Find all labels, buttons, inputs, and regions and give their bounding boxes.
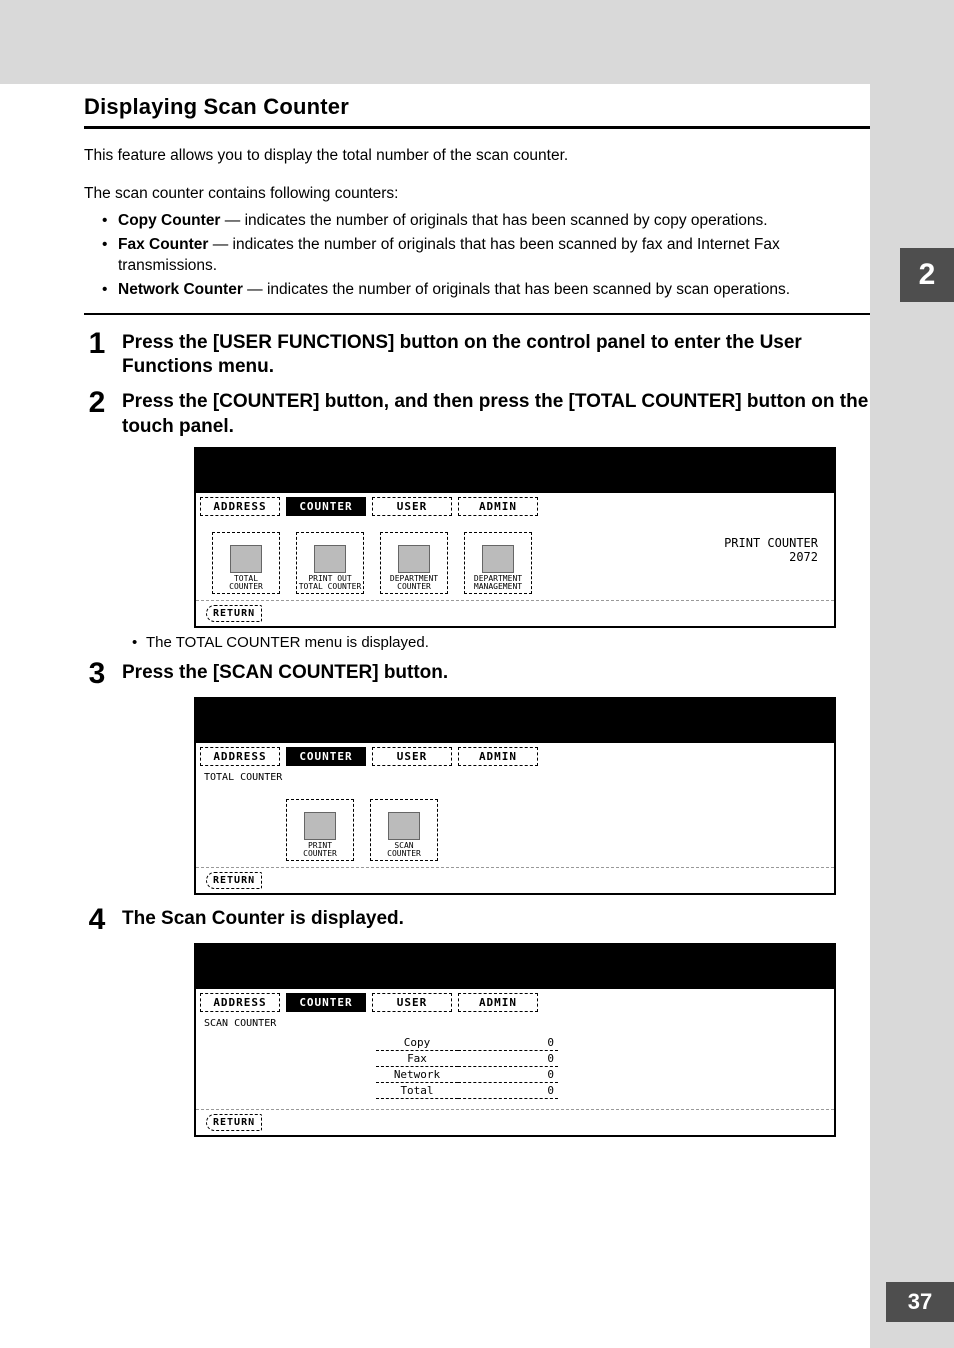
step-number-1: 1	[84, 329, 110, 380]
tab-admin[interactable]: ADMIN	[458, 993, 538, 1012]
intro-text: This feature allows you to display the t…	[84, 145, 870, 167]
step-text-4: The Scan Counter is displayed.	[122, 905, 404, 935]
return-button[interactable]: RETURN	[206, 1114, 262, 1131]
row-network-label: Network	[376, 1067, 458, 1083]
department-counter-button[interactable]: DEPARTMENT COUNTER	[380, 532, 448, 594]
page-number: 37	[886, 1282, 954, 1322]
section-heading: Displaying Scan Counter	[84, 94, 870, 120]
step-number-2: 2	[84, 388, 110, 439]
print-counter-label: PRINT COUNTER	[724, 536, 818, 550]
tab-admin[interactable]: ADMIN	[458, 747, 538, 766]
contains-text: The scan counter contains following coun…	[84, 183, 870, 205]
row-total-label: Total	[376, 1083, 458, 1099]
bullet-network-counter: Network Counter — indicates the number o…	[102, 279, 870, 301]
tab-counter[interactable]: COUNTER	[286, 747, 366, 766]
tab-user[interactable]: USER	[372, 993, 452, 1012]
row-total-value: 0	[458, 1083, 558, 1099]
tab-admin[interactable]: ADMIN	[458, 497, 538, 516]
tab-address[interactable]: ADDRESS	[200, 993, 280, 1012]
panel2-subtitle: TOTAL COUNTER	[196, 768, 834, 785]
tab-user[interactable]: USER	[372, 747, 452, 766]
print-counter-button[interactable]: PRINT COUNTER	[286, 799, 354, 861]
department-management-button[interactable]: DEPARTMENT MANAGEMENT	[464, 532, 532, 594]
tab-counter[interactable]: COUNTER	[286, 993, 366, 1012]
screenshot-panel-1: ADDRESS COUNTER USER ADMIN TOTAL COUNTER…	[194, 447, 836, 628]
row-fax-label: Fax	[376, 1051, 458, 1067]
step-text-3: Press the [SCAN COUNTER] button.	[122, 659, 448, 689]
step2-note: The TOTAL COUNTER menu is displayed.	[132, 634, 870, 651]
panel3-subtitle: SCAN COUNTER	[196, 1014, 834, 1031]
screenshot-panel-2: ADDRESS COUNTER USER ADMIN TOTAL COUNTER…	[194, 697, 836, 895]
row-copy-value: 0	[458, 1035, 558, 1051]
print-out-total-counter-button[interactable]: PRINT OUT TOTAL COUNTER	[296, 532, 364, 594]
print-counter-value: 2072	[724, 550, 818, 564]
bullet-fax-counter: Fax Counter — indicates the number of or…	[102, 234, 870, 277]
screenshot-panel-3: ADDRESS COUNTER USER ADMIN SCAN COUNTER …	[194, 943, 836, 1137]
chapter-tab: 2	[900, 248, 954, 302]
tab-address[interactable]: ADDRESS	[200, 747, 280, 766]
return-button[interactable]: RETURN	[206, 605, 262, 622]
tab-address[interactable]: ADDRESS	[200, 497, 280, 516]
return-button[interactable]: RETURN	[206, 872, 262, 889]
bullet-copy-counter: Copy Counter — indicates the number of o…	[102, 210, 870, 232]
row-copy-label: Copy	[376, 1035, 458, 1051]
step-text-2: Press the [COUNTER] button, and then pre…	[122, 388, 870, 439]
tab-counter[interactable]: COUNTER	[286, 497, 366, 516]
tab-user[interactable]: USER	[372, 497, 452, 516]
row-network-value: 0	[458, 1067, 558, 1083]
step-number-4: 4	[84, 905, 110, 935]
row-fax-value: 0	[458, 1051, 558, 1067]
step-number-3: 3	[84, 659, 110, 689]
scan-counter-button[interactable]: SCAN COUNTER	[370, 799, 438, 861]
step-text-1: Press the [USER FUNCTIONS] button on the…	[122, 329, 870, 380]
total-counter-button[interactable]: TOTAL COUNTER	[212, 532, 280, 594]
